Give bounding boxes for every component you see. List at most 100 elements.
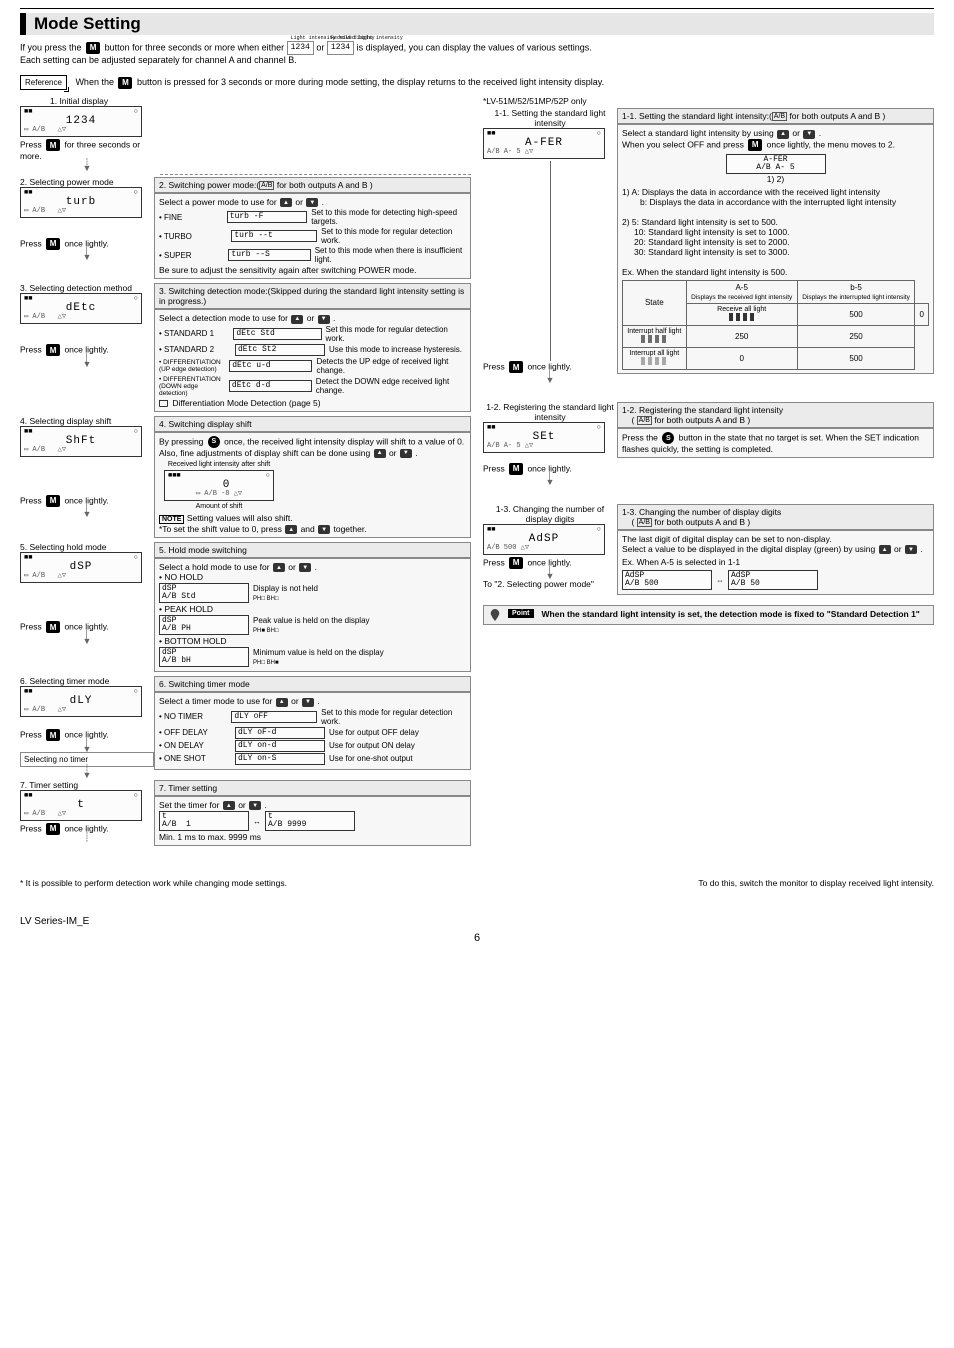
step-5-label: 5. Selecting hold mode [20, 542, 154, 552]
main-columns: 1. Initial display ■■○ 1234 ▭ A/B △▽ Pre… [20, 96, 934, 850]
arrow-down-icon: │▼ [20, 250, 154, 261]
intro-block: If you press the M button for three seco… [20, 41, 934, 67]
m-button-icon: M [509, 361, 523, 373]
ab-icon: A/B [772, 112, 787, 121]
seg-display-received: Received light intensity1234 [327, 41, 354, 55]
up-icon: ▲ [276, 698, 288, 707]
title-bar: Mode Setting [20, 13, 934, 35]
series-label: LV Series-IM_E [20, 916, 89, 927]
reference-label: Reference [20, 75, 67, 90]
step-5-body: Select a hold mode to use for ▲ or ▼ . •… [154, 558, 471, 672]
step-7-body: Set the timer for ▲ or ▼ . tA/B 1 ↔ tA/B… [154, 796, 471, 846]
m-button-icon: M [509, 557, 523, 569]
m-button-icon: M [46, 621, 60, 633]
arrow-lr-icon: ↔ [253, 817, 261, 826]
m-button-icon: M [46, 139, 60, 151]
ab-icon: A/B [637, 518, 652, 527]
up-icon: ▲ [273, 563, 285, 572]
arrow-down-icon: │▼ [20, 633, 154, 644]
step-2-label: 2. Selecting power mode [20, 177, 154, 187]
lcd-set: ■■○ SEt A/B A- 5 △▽ [483, 422, 605, 453]
intro-line-2: Each setting can be adjusted separately … [20, 55, 934, 67]
step-1-1-body: Select a standard light intensity by usi… [617, 124, 934, 373]
step-6-label: 6. Selecting timer mode [20, 676, 154, 686]
step-2: 2. Selecting power mode ■■○ turb ▭ A/B △… [20, 177, 471, 282]
table-row: Interrupt half light250250 [623, 325, 929, 347]
shift-rli-label: Received light intensity after shift [159, 461, 279, 468]
lcd-t: ■■○ t ▭ A/B △▽ [20, 790, 142, 821]
up-icon: ▲ [280, 198, 292, 207]
lcd-dly: ■■○ dLY ▭ A/B △▽ [20, 686, 142, 717]
step-3-header: 3. Switching detection mode:(Skipped dur… [154, 283, 471, 309]
lcd-adsp50: AdSPA/B 50 [728, 570, 818, 590]
lcd-t9999: tA/B 9999 [265, 811, 355, 831]
m-button-icon: M [46, 495, 60, 507]
step-7: 7. Timer setting ■■○ t ▭ A/B △▽ Press M … [20, 780, 471, 848]
arrow-down-icon: │▼ [483, 569, 617, 580]
arrow-down-icon: ┊ [20, 835, 154, 840]
shift-amount-label: Amount of shift [159, 503, 279, 510]
lcd-dete: ■■○ dEtc ▭ A/B △▽ [20, 293, 142, 324]
wave-icon [729, 313, 755, 321]
s-button-icon: S [662, 432, 674, 444]
dash-divider [160, 174, 471, 175]
wave-icon [641, 335, 667, 343]
intensity-table: State A-5Displays the received light int… [622, 280, 929, 370]
up-icon: ▲ [291, 315, 303, 324]
lcd-a5: A-FERA/B A- 5 [726, 154, 826, 174]
lv-models-note: *LV-51M/52/51MP/52P only [483, 96, 934, 106]
down-icon: ▼ [249, 801, 261, 810]
lcd-std2: dEtc St2 [235, 344, 325, 356]
step-1-1-label: 1-1. Setting the standard light intensit… [483, 108, 617, 128]
step-1-label: 1. Initial display [20, 96, 154, 106]
book-icon [159, 400, 168, 407]
arrow-down-icon: │▼ [20, 741, 154, 752]
lcd-diff-down: dEtc d-d [229, 380, 312, 392]
arrow-down-icon: │▼ [20, 507, 154, 518]
step-1-3-header: 1-3. Changing the number of display digi… [617, 504, 934, 530]
up-icon: ▲ [374, 449, 386, 458]
to-2-label: To "2. Selecting power mode" [483, 579, 617, 589]
step-1: 1. Initial display ■■○ 1234 ▭ A/B △▽ Pre… [20, 96, 471, 172]
lcd-peakhold: dSPA/B PH [159, 615, 249, 635]
lcd-t1: tA/B 1 [159, 811, 249, 831]
step-6-body: Select a timer mode to use for ▲ or ▼ . … [154, 692, 471, 769]
step-1-3-label: 1-3. Changing the number of display digi… [483, 504, 617, 524]
lcd-offdelay: dLY oF-d [235, 727, 325, 739]
lcd-notimer: dLY oFF [231, 711, 317, 723]
s-button-icon: S [208, 436, 220, 448]
m-button-icon: M [46, 729, 60, 741]
step-4-body: By pressing S once, the received light i… [154, 432, 471, 539]
ab-icon: A/B [637, 416, 652, 425]
step-7-label: 7. Timer setting [20, 780, 154, 790]
down-icon: ▼ [299, 563, 311, 572]
title-accent [20, 13, 26, 35]
lcd-super: turb --S [228, 249, 310, 261]
step-1-3: 1-3. Changing the number of display digi… [483, 504, 934, 598]
seg-display-hold: Light intensity hold display1234 [287, 41, 314, 55]
lcd-dsp: ■■○ dSP ▭ A/B △▽ [20, 552, 142, 583]
step-4: 4. Selecting display shift ■■○ ShFt ▭ A/… [20, 416, 471, 541]
footnote-left: * It is possible to perform detection wo… [20, 878, 287, 888]
m-button-icon: M [86, 42, 100, 54]
lcd-adsp: ■■○ AdSP A/B 500 △▽ [483, 524, 605, 555]
lcd-turbo: turb --t [231, 230, 317, 242]
lcd-shft: ■■○ ShFt ▭ A/B △▽ [20, 426, 142, 457]
step-2-foot: Be sure to adjust the sensitivity again … [159, 265, 466, 275]
m-button-icon: M [118, 77, 132, 89]
wave-icon [641, 357, 667, 365]
step-6: 6. Selecting timer mode ■■○ dLY ▭ A/B △▽… [20, 676, 471, 778]
divider [20, 8, 934, 9]
down-icon: ▼ [306, 198, 318, 207]
note-box: NOTE [159, 515, 184, 524]
up-icon: ▲ [879, 545, 891, 554]
table-row: Interrupt all light0500 [623, 347, 929, 369]
step-1-2-header: 1-2. Registering the standard light inte… [617, 402, 934, 428]
m-button-icon: M [748, 139, 762, 151]
step-3-body: Select a detection mode to use for ▲ or … [154, 309, 471, 411]
down-icon: ▼ [302, 698, 314, 707]
point-callout: Point When the standard light intensity … [483, 605, 934, 625]
display-pointer-label: 1) 2) [767, 174, 784, 184]
step-5: 5. Selecting hold mode ■■○ dSP ▭ A/B △▽ … [20, 542, 471, 674]
lcd-bottomhold: dSPA/B bH [159, 647, 249, 667]
